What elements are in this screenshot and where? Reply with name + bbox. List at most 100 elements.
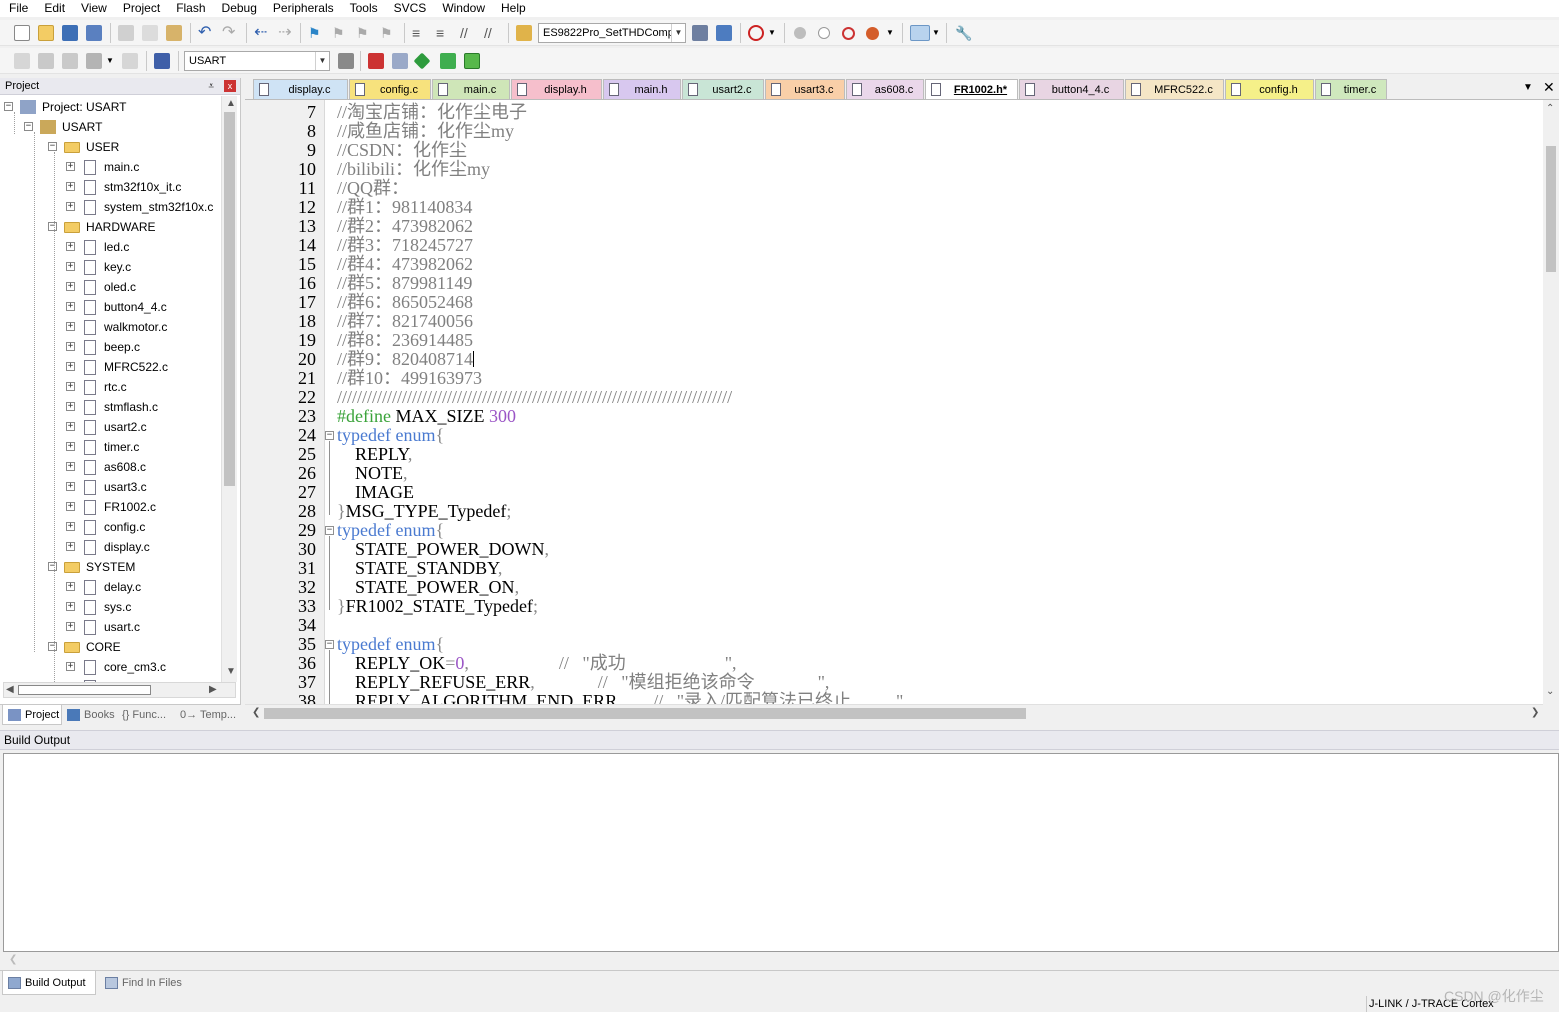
tree-node[interactable]: − Project: USART: [0, 97, 221, 117]
code-line[interactable]: //QQ群：: [337, 179, 409, 198]
expand-icon[interactable]: +: [66, 522, 75, 531]
menu-project[interactable]: Project: [114, 0, 167, 17]
code-line[interactable]: //群1：981140834: [337, 198, 472, 217]
chevron-down-icon[interactable]: ▼: [106, 53, 122, 69]
menu-flash[interactable]: Flash: [167, 0, 212, 17]
tree-hscroll-thumb[interactable]: [18, 685, 151, 695]
tree-vertical-scrollbar[interactable]: ▲ ▼: [221, 96, 237, 682]
editor-tab-display-c[interactable]: display.c: [253, 79, 348, 99]
menu-svcs[interactable]: SVCS: [385, 0, 434, 17]
collapse-icon[interactable]: −: [48, 562, 57, 571]
new-file-icon[interactable]: [14, 25, 30, 41]
save-all-icon[interactable]: [86, 25, 102, 41]
editor-hscroll-thumb[interactable]: [264, 708, 1026, 719]
expand-icon[interactable]: +: [66, 622, 75, 631]
scroll-up-icon[interactable]: ▲: [226, 98, 236, 109]
paste-icon[interactable]: [166, 25, 182, 41]
cut-icon[interactable]: [118, 25, 134, 41]
expand-icon[interactable]: +: [66, 302, 75, 311]
close-icon[interactable]: x: [224, 80, 236, 92]
scroll-left-icon[interactable]: ❮: [252, 707, 260, 718]
disable-breakpoint-icon[interactable]: [818, 27, 830, 39]
target-options-icon[interactable]: [338, 53, 354, 69]
project-panel-tab-2[interactable]: {} Func...: [118, 705, 176, 725]
scroll-left-icon[interactable]: ❮: [9, 954, 17, 965]
comment-icon[interactable]: //: [460, 25, 476, 41]
build-output-scrollbar[interactable]: ❮: [3, 952, 1559, 968]
save-icon[interactable]: [62, 25, 78, 41]
configure-wrench-icon[interactable]: 🔧: [955, 25, 972, 41]
code-line[interactable]: }FR1002_STATE_Typedef;: [337, 597, 538, 616]
chevron-down-icon[interactable]: ▼: [768, 25, 784, 41]
code-line[interactable]: REPLY_REFUSE_ERR, // "模组拒绝该命令 ",: [337, 673, 829, 692]
find-replace-icon[interactable]: [716, 25, 732, 41]
build-output-pane[interactable]: [3, 753, 1559, 952]
scroll-right-icon[interactable]: ▶: [209, 684, 217, 695]
code-line[interactable]: #define MAX_SIZE 300: [337, 407, 516, 426]
expand-icon[interactable]: +: [66, 362, 75, 371]
expand-icon[interactable]: +: [66, 582, 75, 591]
nav-forward-icon[interactable]: ⇢: [278, 25, 294, 41]
scroll-down-icon[interactable]: ▼: [226, 666, 236, 677]
select-packs-icon[interactable]: [440, 53, 456, 69]
expand-icon[interactable]: +: [66, 462, 75, 471]
incremental-find-icon[interactable]: [692, 25, 708, 41]
expand-icon[interactable]: +: [66, 602, 75, 611]
code-line[interactable]: //群2：473982062: [337, 217, 473, 236]
stop-build-icon[interactable]: [122, 53, 138, 69]
code-line[interactable]: //群7：821740056: [337, 312, 473, 331]
download-load-icon[interactable]: [154, 53, 170, 69]
tab-list-chevron-icon[interactable]: ▼: [1523, 82, 1533, 93]
expand-icon[interactable]: +: [66, 482, 75, 491]
menu-view[interactable]: View: [72, 0, 114, 17]
expand-icon[interactable]: +: [66, 162, 75, 171]
menu-tools[interactable]: Tools: [341, 0, 385, 17]
expand-icon[interactable]: +: [66, 402, 75, 411]
bookmark-icon[interactable]: ⚑: [308, 25, 324, 41]
batch-build-icon[interactable]: [86, 53, 102, 69]
pack-installer-icon[interactable]: [413, 52, 431, 70]
editor-tab-fr1002-h-[interactable]: FR1002.h*: [925, 79, 1018, 99]
menu-edit[interactable]: Edit: [35, 0, 72, 17]
editor-scroll-thumb[interactable]: [1546, 146, 1556, 272]
project-panel-tab-1[interactable]: Books: [62, 705, 118, 725]
unindent-icon[interactable]: ≡: [436, 25, 452, 41]
code-line[interactable]: //bilibili：化作尘my: [337, 160, 490, 179]
code-line[interactable]: IMAGE: [337, 483, 414, 502]
close-tab-icon[interactable]: ✕: [1543, 79, 1555, 96]
insert-breakpoint-icon[interactable]: [794, 27, 806, 39]
scroll-down-icon[interactable]: ⌄: [1546, 686, 1554, 697]
code-line[interactable]: STATE_POWER_ON,: [337, 578, 519, 597]
code-line[interactable]: //群6：865052468: [337, 293, 473, 312]
redo-icon[interactable]: ↷: [222, 25, 238, 41]
project-panel-tab-3[interactable]: 0→ Temp...: [176, 705, 236, 725]
fold-collapse-icon[interactable]: −: [325, 526, 334, 535]
find-in-files-icon[interactable]: [516, 25, 532, 41]
editor-tab-config-h[interactable]: config.h: [1225, 79, 1314, 99]
menu-help[interactable]: Help: [492, 0, 533, 17]
fold-collapse-icon[interactable]: −: [325, 640, 334, 649]
code-line[interactable]: //群4：473982062: [337, 255, 473, 274]
expand-icon[interactable]: +: [66, 542, 75, 551]
build-output-tab-1[interactable]: Find In Files: [100, 971, 190, 995]
editor-tab-config-c[interactable]: config.c: [349, 79, 431, 99]
undo-icon[interactable]: ↶: [198, 25, 214, 41]
code-line[interactable]: REPLY,: [337, 445, 412, 464]
code-line[interactable]: typedef enum{: [337, 521, 444, 540]
target-combo[interactable]: ES9822Pro_SetTHDComp ▼: [538, 23, 686, 43]
tree-horizontal-scrollbar[interactable]: ◀ ▶: [3, 682, 236, 698]
expand-icon[interactable]: +: [66, 442, 75, 451]
expand-icon[interactable]: +: [66, 662, 75, 671]
nav-back-icon[interactable]: ⇠: [254, 25, 270, 41]
menu-window[interactable]: Window: [433, 0, 492, 17]
chevron-down-icon[interactable]: ▼: [671, 24, 685, 42]
code-line[interactable]: //群3：718245727: [337, 236, 473, 255]
editor-tab-as608-c[interactable]: as608.c: [846, 79, 924, 99]
code-line[interactable]: }MSG_TYPE_Typedef;: [337, 502, 511, 521]
expand-icon[interactable]: +: [66, 342, 75, 351]
editor-tab-timer-c[interactable]: timer.c: [1315, 79, 1387, 99]
expand-icon[interactable]: +: [66, 182, 75, 191]
uncomment-icon[interactable]: //: [484, 25, 500, 41]
code-line[interactable]: //CSDN：化作尘: [337, 141, 467, 160]
menu-file[interactable]: File: [0, 0, 35, 17]
